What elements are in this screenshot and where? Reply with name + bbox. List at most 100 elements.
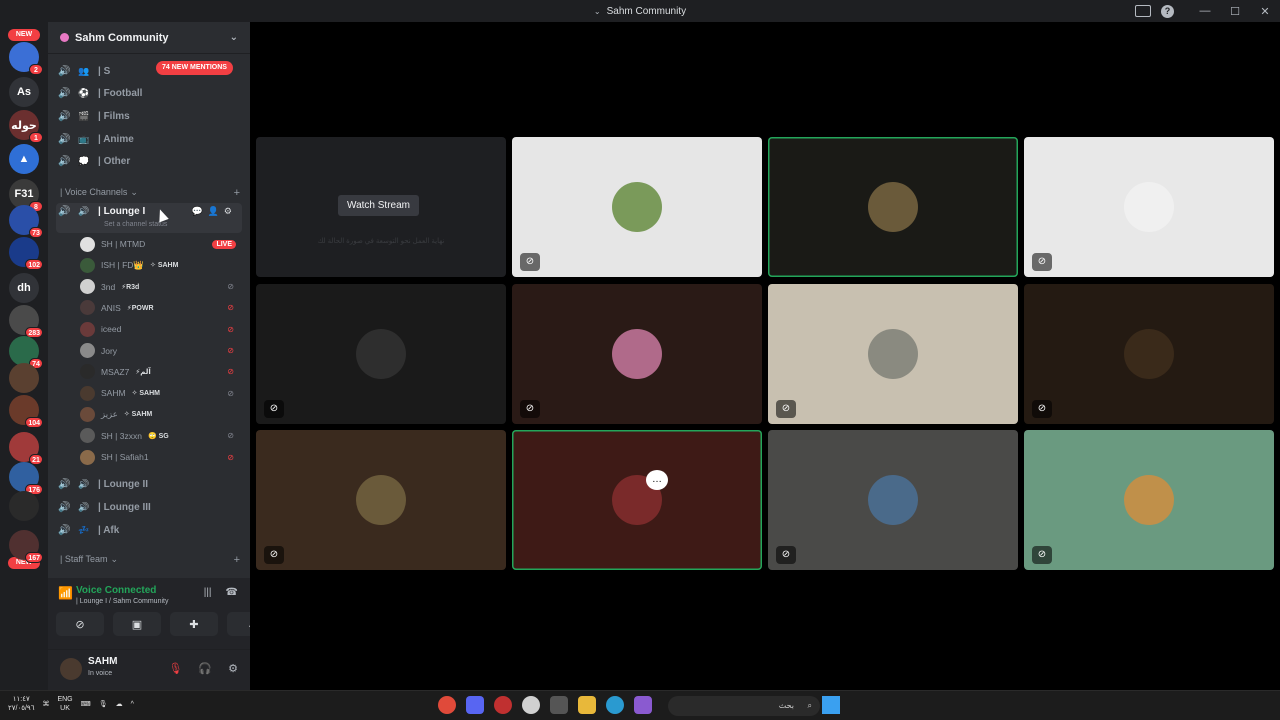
language-indicator[interactable]: ENG UK bbox=[57, 695, 72, 713]
inbox-icon[interactable] bbox=[1135, 5, 1151, 17]
signal-icon[interactable]: 📶 bbox=[58, 586, 73, 600]
help-icon[interactable]: ? bbox=[1161, 4, 1174, 18]
windows-start-icon[interactable] bbox=[822, 696, 840, 714]
server-icon[interactable]: 73 bbox=[9, 205, 43, 238]
voice-user[interactable]: SH | MTMD LIVE bbox=[80, 234, 242, 254]
server-icon[interactable]: 283 bbox=[9, 305, 43, 338]
server-icon[interactable] bbox=[9, 491, 39, 521]
channel-item[interactable]: 🔊 ⚽ | Football bbox=[56, 83, 242, 103]
participant-tile[interactable] bbox=[768, 137, 1018, 277]
server-icon[interactable]: dh bbox=[9, 273, 39, 303]
voice-user[interactable]: SH | 3zxxn 🙄 SG ⊘ bbox=[80, 426, 242, 446]
participant-tile[interactable]: ⊘ bbox=[512, 283, 762, 424]
edge-icon[interactable] bbox=[606, 696, 624, 714]
voice-channel[interactable]: 🔊 🔊 | Lounge III bbox=[56, 497, 242, 517]
voice-user[interactable]: 3nd ⚡R3d ⊘ bbox=[80, 277, 242, 297]
voice-channel[interactable]: 🔊 💤 | Afk bbox=[56, 520, 242, 540]
search-icon: ⌕ bbox=[807, 701, 812, 710]
server-icon[interactable]: ▲ bbox=[9, 144, 39, 174]
participant-tile[interactable]: ⊘ bbox=[256, 283, 506, 424]
server-icon[interactable] bbox=[9, 363, 39, 393]
invite-icon[interactable]: 👤 bbox=[208, 206, 219, 217]
staff-category[interactable]: | Staff Team ⌄ + bbox=[60, 554, 240, 566]
new-mentions-pill[interactable]: 74 NEW MENTIONS bbox=[156, 61, 233, 75]
voice-channel-lounge-1[interactable]: 🔊 🔊 | Lounge I 💬 👤 ⚙ bbox=[56, 203, 242, 233]
avatar bbox=[80, 257, 95, 273]
participant-tile[interactable]: ⊘ bbox=[1024, 430, 1274, 570]
mic-muted-icon[interactable]: 🎙 bbox=[168, 662, 182, 675]
app-icon[interactable] bbox=[494, 696, 512, 714]
server-icon[interactable]: 102 bbox=[9, 237, 43, 270]
avatar[interactable] bbox=[60, 658, 82, 680]
keyboard-icon[interactable]: ⌨ bbox=[81, 700, 91, 708]
chat-icon[interactable]: 💬 bbox=[191, 206, 202, 217]
participant-tile[interactable]: ⊘ bbox=[768, 283, 1018, 424]
new-unreads-pill-top[interactable]: NEW bbox=[8, 29, 40, 41]
server-icon[interactable]: 21 bbox=[9, 432, 43, 465]
maximize-button[interactable]: ☐ bbox=[1220, 5, 1250, 18]
channel-item[interactable]: 🔊 🎬 | Films bbox=[56, 106, 242, 126]
channel-item[interactable]: 🔊 💭 | Other bbox=[56, 151, 242, 171]
channel-status[interactable]: Set a channel status bbox=[104, 221, 167, 228]
chrome-icon[interactable] bbox=[438, 696, 456, 714]
mic-icon[interactable]: 🎙 bbox=[99, 700, 108, 708]
copilot-icon[interactable] bbox=[634, 696, 652, 714]
add-channel-icon[interactable]: + bbox=[234, 187, 240, 199]
server-label: dh bbox=[17, 282, 31, 294]
discord-icon[interactable] bbox=[466, 696, 484, 714]
camera-off-button[interactable]: ⊘ bbox=[56, 612, 104, 636]
participant-tile[interactable]: ⊘ bbox=[1024, 283, 1274, 424]
headphones-icon[interactable]: 🎧 bbox=[198, 662, 212, 675]
gear-icon[interactable]: ⚙ bbox=[228, 662, 238, 675]
server-icon[interactable]: حوله 1 bbox=[9, 110, 43, 143]
network-icon[interactable]: ☁ bbox=[116, 700, 123, 708]
channel-item[interactable]: 🔊 📺 | Anime bbox=[56, 129, 242, 149]
avatar bbox=[868, 328, 918, 379]
participant-tile[interactable]: ⊘ bbox=[1024, 137, 1274, 277]
clock[interactable]: ١١:٤٧ ٢٧/٠٥/٩٦ bbox=[8, 695, 34, 713]
stream-tile[interactable]: Watch Stream نهاية العمل نحو التوسعة في ص… bbox=[256, 137, 506, 277]
watch-stream-button[interactable]: Watch Stream bbox=[338, 195, 419, 216]
voice-connected-subtitle[interactable]: | Lounge I / Sahm Community bbox=[76, 598, 168, 605]
chevron-up-icon[interactable]: ^ bbox=[131, 701, 134, 708]
user-tag: ✧ SAHM bbox=[150, 262, 179, 270]
participant-tile[interactable]: … bbox=[512, 430, 762, 570]
gear-icon[interactable]: ⚙ bbox=[224, 206, 232, 217]
voice-connected-title[interactable]: Voice Connected bbox=[76, 585, 156, 596]
voice-user[interactable]: SAHM ✧ SAHM ⊘ bbox=[80, 383, 242, 403]
activities-button[interactable]: ✚ bbox=[170, 612, 218, 636]
noise-suppression-icon[interactable]: ||| bbox=[204, 587, 212, 598]
close-button[interactable]: ✕ bbox=[1250, 5, 1280, 18]
guild-header[interactable]: Sahm Community ⌄ bbox=[48, 22, 250, 54]
search-box[interactable]: بحث ⌕ bbox=[668, 696, 820, 716]
disconnect-icon[interactable]: ☎ bbox=[226, 587, 238, 598]
avatar bbox=[612, 328, 662, 379]
voice-category[interactable]: | Voice Channels ⌄ + bbox=[60, 187, 240, 199]
voice-user[interactable]: SH | Safiah1 ⊘ bbox=[80, 447, 242, 467]
voice-user[interactable]: ISH | FD👑 ✧ SAHM bbox=[80, 255, 242, 275]
minimize-button[interactable]: — bbox=[1190, 5, 1220, 17]
participant-tile[interactable]: ⊘ bbox=[768, 430, 1018, 570]
participant-tile[interactable]: ⊘ bbox=[256, 430, 506, 570]
share-screen-button[interactable]: ▣ bbox=[113, 612, 161, 636]
store-icon[interactable] bbox=[550, 696, 568, 714]
folder-icon[interactable] bbox=[578, 696, 596, 714]
server-icon[interactable]: 167 bbox=[9, 530, 43, 563]
voice-user[interactable]: عزيز ✧ SAHM bbox=[80, 404, 242, 424]
voice-user[interactable]: Jory ⊘ bbox=[80, 341, 242, 361]
voice-user[interactable]: ANIS ⚡POWR ⊘ bbox=[80, 298, 242, 318]
participant-tile[interactable]: ⊘ bbox=[512, 137, 762, 277]
settings-icon[interactable] bbox=[522, 696, 540, 714]
server-icon[interactable]: 104 bbox=[9, 395, 43, 428]
server-icon[interactable]: 2 bbox=[9, 42, 43, 75]
voice-channel[interactable]: 🔊 🔊 | Lounge II bbox=[56, 474, 242, 494]
server-icon[interactable]: 74 bbox=[9, 336, 43, 369]
voice-user[interactable]: MSAZ7 ⚡آلم ⊘ bbox=[80, 362, 242, 382]
server-icon[interactable]: 176 bbox=[9, 462, 43, 495]
voice-user[interactable]: iceed ⊘ bbox=[80, 319, 242, 339]
speaker-icon: 🔊 bbox=[58, 501, 71, 513]
user-name[interactable]: SAHM bbox=[88, 656, 117, 667]
tray-icon[interactable]: ⌘ bbox=[42, 700, 49, 708]
server-icon[interactable]: As bbox=[9, 77, 39, 107]
add-channel-icon[interactable]: + bbox=[234, 554, 240, 566]
